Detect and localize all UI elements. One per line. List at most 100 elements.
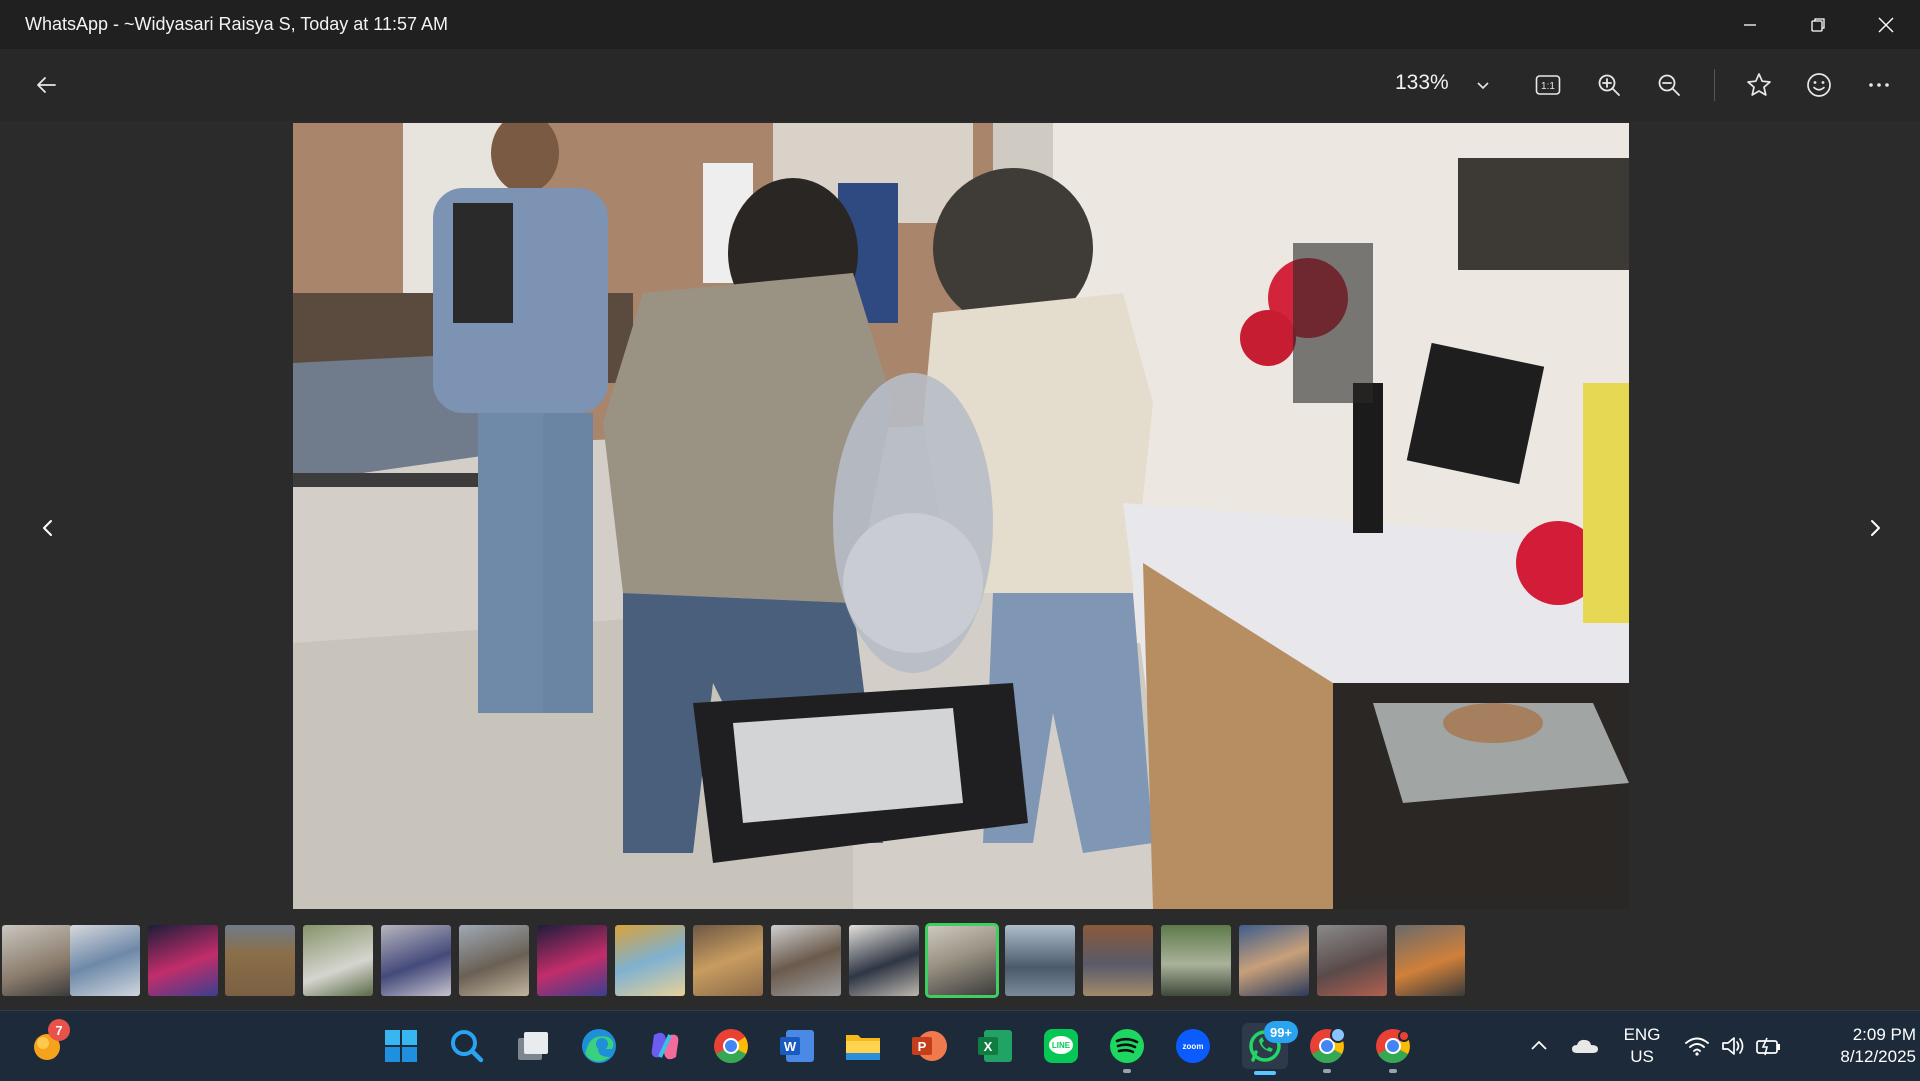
media-thumbnail[interactable] — [771, 925, 841, 996]
svg-text:W: W — [784, 1039, 797, 1054]
clock-time: 2:09 PM — [1852, 1025, 1916, 1044]
media-thumbnail[interactable] — [1161, 925, 1231, 996]
taskbar-app-whatsapp[interactable]: 99+ — [1242, 1021, 1298, 1075]
copilot-icon — [651, 1032, 679, 1060]
title-bar: WhatsApp - ~Widyasari Raisya S, Today at… — [0, 0, 1920, 49]
svg-text:X: X — [984, 1039, 993, 1054]
minimize-button[interactable] — [1716, 0, 1784, 49]
clock[interactable]: 2:09 PM 8/12/2025 — [1800, 1024, 1916, 1068]
zoom-level: 133% — [1395, 71, 1449, 94]
media-thumbnail-selected[interactable] — [925, 923, 999, 998]
task-view-button[interactable] — [512, 1025, 554, 1067]
media-filmstrip — [0, 915, 1920, 1010]
zoom-icon: zoom — [1176, 1029, 1210, 1063]
restore-icon — [1811, 17, 1825, 32]
star-button[interactable] — [1737, 63, 1781, 107]
excel-icon: X — [978, 1030, 1012, 1062]
taskbar-app-file-explorer[interactable] — [842, 1025, 884, 1067]
back-button[interactable] — [24, 63, 68, 107]
weather-widget[interactable]: 7 — [26, 1019, 70, 1067]
media-thumbnail[interactable] — [1005, 925, 1075, 996]
media-viewer — [0, 121, 1920, 915]
zoom-dropdown-button[interactable] — [1461, 63, 1505, 107]
show-hidden-icons-button[interactable] — [1518, 1025, 1560, 1067]
taskbar-app-edge[interactable] — [578, 1025, 620, 1067]
media-thumbnail[interactable] — [225, 925, 295, 996]
svg-text:1:1: 1:1 — [1541, 81, 1555, 92]
close-button[interactable] — [1852, 0, 1920, 49]
language-indicator[interactable]: ENG US — [1616, 1024, 1668, 1068]
media-thumbnail[interactable] — [1083, 925, 1153, 996]
restore-button[interactable] — [1784, 0, 1852, 49]
next-media-button[interactable] — [1855, 508, 1895, 548]
chrome-icon — [1376, 1029, 1410, 1063]
chevron-up-icon — [1531, 1040, 1547, 1050]
toolbar-divider — [1714, 69, 1715, 101]
taskbar-app-word[interactable]: W — [776, 1025, 818, 1067]
previous-media-button[interactable] — [28, 508, 68, 548]
taskbar-app-excel[interactable]: X — [974, 1025, 1016, 1067]
viewer-toolbar: 133% 1:1 — [0, 49, 1920, 121]
actual-size-icon: 1:1 — [1535, 75, 1561, 95]
media-thumbnail[interactable] — [148, 925, 218, 996]
windows-taskbar: 7 W P X LINE zoom 99+ ENG US 2:09 PM 8/1… — [0, 1010, 1920, 1081]
taskbar-app-zoom[interactable]: zoom — [1172, 1025, 1214, 1067]
zoom-in-button[interactable] — [1587, 63, 1631, 107]
battery-button[interactable] — [1748, 1025, 1790, 1067]
react-button[interactable] — [1797, 63, 1841, 107]
folder-icon — [846, 1035, 880, 1060]
media-thumbnail[interactable] — [693, 925, 763, 996]
taskbar-app-chrome-profile[interactable] — [1306, 1025, 1348, 1073]
clock-date: 8/12/2025 — [1840, 1047, 1916, 1066]
chevron-down-icon — [1477, 82, 1489, 90]
media-thumbnail[interactable] — [1317, 925, 1387, 996]
photo-content — [293, 123, 1629, 909]
powerpoint-icon: P — [912, 1031, 947, 1061]
zoom-out-button[interactable] — [1647, 63, 1691, 107]
media-thumbnail[interactable] — [2, 925, 72, 996]
window-title: WhatsApp - ~Widyasari Raisya S, Today at… — [25, 14, 449, 34]
more-horizontal-icon — [1869, 83, 1889, 87]
chrome-icon — [714, 1029, 748, 1063]
media-photo — [293, 123, 1629, 909]
media-thumbnail[interactable] — [303, 925, 373, 996]
taskbar-app-spotify[interactable] — [1106, 1025, 1148, 1073]
start-button[interactable] — [380, 1025, 422, 1067]
windows-logo-icon — [385, 1030, 417, 1062]
smiley-icon — [1807, 73, 1831, 97]
actual-size-button[interactable]: 1:1 — [1526, 63, 1570, 107]
chevron-right-icon — [1871, 520, 1880, 536]
taskbar-app-line[interactable]: LINE — [1040, 1025, 1082, 1067]
taskbar-app-copilot[interactable] — [644, 1025, 686, 1067]
media-thumbnail[interactable] — [615, 925, 685, 996]
running-indicator — [1389, 1069, 1397, 1073]
media-thumbnail[interactable] — [1395, 925, 1465, 996]
line-icon: LINE — [1044, 1029, 1078, 1063]
media-thumbnail[interactable] — [459, 925, 529, 996]
search-button[interactable] — [446, 1025, 488, 1067]
minimize-icon — [1744, 23, 1756, 26]
wifi-icon — [1685, 1037, 1709, 1056]
more-options-button[interactable] — [1857, 63, 1901, 107]
search-icon — [451, 1030, 484, 1063]
running-indicator — [1123, 1069, 1131, 1073]
media-thumbnail[interactable] — [849, 925, 919, 996]
taskbar-app-chrome[interactable] — [710, 1025, 752, 1067]
media-thumbnail[interactable] — [1239, 925, 1309, 996]
running-indicator — [1323, 1069, 1331, 1073]
battery-charging-icon — [1756, 1037, 1780, 1056]
language-code: ENG — [1623, 1025, 1661, 1044]
active-app-indicator — [1254, 1071, 1276, 1075]
close-icon — [1878, 17, 1894, 32]
keyboard-region: US — [1630, 1047, 1654, 1066]
media-thumbnail[interactable] — [381, 925, 451, 996]
media-thumbnail[interactable] — [70, 925, 140, 996]
taskbar-app-powerpoint[interactable]: P — [908, 1025, 950, 1067]
zoom-out-icon — [1658, 74, 1680, 96]
word-icon: W — [780, 1030, 814, 1062]
media-thumbnail[interactable] — [537, 925, 607, 996]
cloud-icon — [1572, 1039, 1598, 1053]
taskbar-app-chrome-2[interactable] — [1372, 1025, 1414, 1073]
chrome-profile-icon — [1310, 1027, 1346, 1063]
onedrive-button[interactable] — [1564, 1025, 1606, 1067]
